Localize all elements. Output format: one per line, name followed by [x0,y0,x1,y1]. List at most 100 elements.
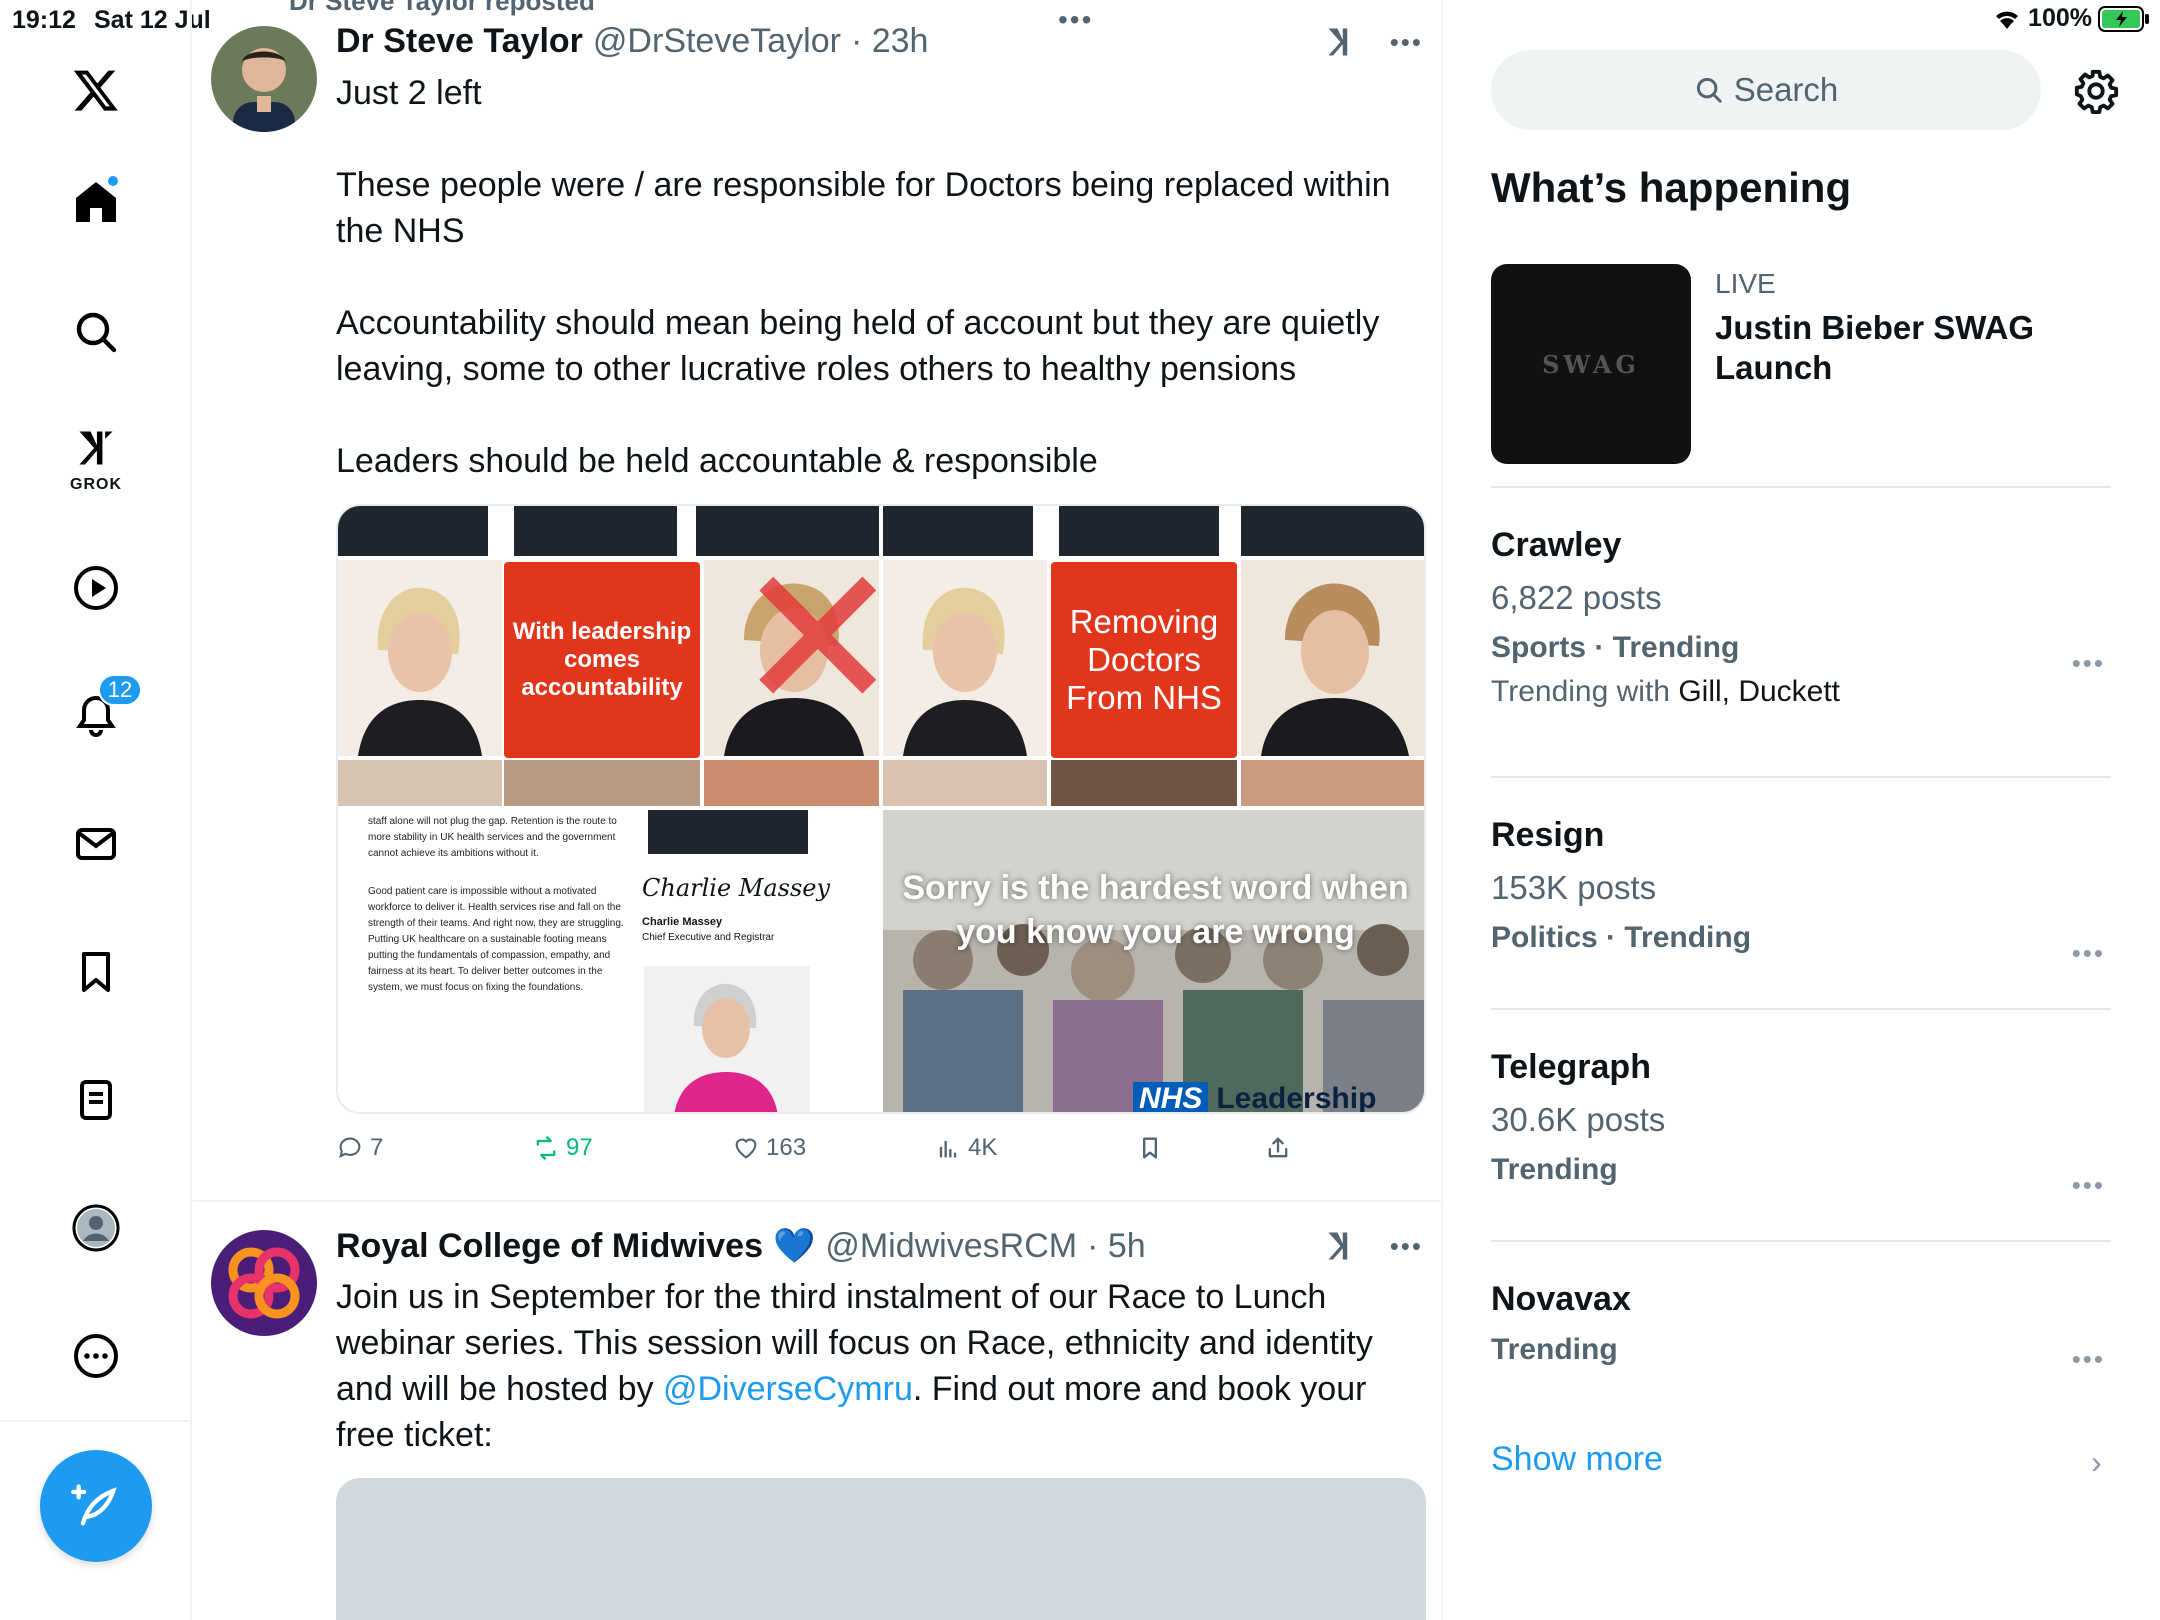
views-chart-icon [939,1141,957,1158]
messages-mail-icon[interactable] [60,808,132,880]
reply-button[interactable]: 7 [336,1134,383,1162]
letter-text-1: staff alone will not plug the gap. Reten… [368,816,617,859]
tweet-paragraph: Accountability should mean being held of… [336,304,1380,388]
photo-woman-2: ✕ [704,560,879,756]
author-avatar[interactable] [211,26,317,132]
tweet-paragraph: Just 2 left [336,74,482,112]
grok-label: GROK [70,476,122,493]
compose-feather-icon [71,1484,117,1526]
photo-suit-6 [1241,506,1424,556]
views-button[interactable]: 4K [934,1134,997,1162]
profile-avatar-icon[interactable] [60,1192,132,1264]
photo-suit-1 [338,506,488,556]
photo-suit-7 [648,810,808,854]
home-icon[interactable] [60,166,132,238]
media-overlay-text: Sorry is the hardest word when you know … [902,869,1409,951]
tweet-more-icon[interactable]: ••• [1390,1231,1423,1262]
verified-heart-icon: 💙 [772,1227,816,1265]
mention-link[interactable]: @DiverseCymru [663,1370,913,1408]
author-name[interactable]: Royal College of Midwives [336,1227,763,1266]
share-icon [1268,1137,1288,1158]
media-image-1[interactable]: With leadership comes accountability ✕ [338,506,879,806]
media-caption-box-2: Removing Doctors From NHS [1051,562,1237,758]
trend-item[interactable]: Crawley 6,822 posts Sports · Trending Tr… [1491,526,2111,709]
red-x-mark: ✕ [734,560,879,740]
tweet-time[interactable]: · 23h [851,22,929,61]
reply-icon [339,1137,361,1159]
tweet-time[interactable]: · 5h [1087,1227,1146,1266]
media-image-3[interactable]: staff alone will not plug the gap. Reten… [338,810,879,1112]
views-count: 4K [968,1134,998,1161]
grok-explain-icon[interactable] [1324,1228,1360,1264]
photo-suit-5 [1059,506,1219,556]
trend-item[interactable]: Telegraph 30.6K posts Trending ••• [1491,1048,2111,1200]
search-placeholder: Search [1733,71,1839,108]
chevron-right-icon[interactable]: › [2091,1444,2102,1481]
reply-count: 7 [370,1134,384,1161]
compose-post-button[interactable] [40,1450,152,1562]
trend-more-icon[interactable]: ••• [2072,938,2105,969]
photo-man-3 [883,760,1047,806]
repost-button[interactable]: 97 [532,1134,593,1162]
tweet-media-grid[interactable]: With leadership comes accountability ✕ R… [336,504,1426,1114]
lists-icon[interactable] [60,1064,132,1136]
tweet-text: Just 2 left These people were / are resp… [336,70,1406,530]
tweet[interactable]: Royal College of Midwives 💙 @MidwivesRCM… [193,1204,1441,1620]
photo-suit-4 [883,506,1033,556]
trend-category: Politics · Trending [1491,921,1752,954]
tweet-more-icon[interactable]: ••• [1390,27,1423,58]
notifications-bell-icon[interactable]: 12 [60,674,142,752]
waiting-room-photo [883,810,1424,1112]
author-name[interactable]: Dr Steve Taylor [336,22,583,61]
settings-gear-icon[interactable] [2073,68,2119,114]
show-more-link[interactable]: Show more [1491,1440,1663,1479]
like-button[interactable]: 163 [732,1134,806,1162]
x-logo-icon[interactable] [60,54,132,126]
trend-post-count: 6,822 posts [1491,579,1662,616]
grok-icon[interactable]: GROK [60,420,132,493]
photo-woman-6 [1051,760,1237,806]
photo-woman-3 [504,760,700,806]
author-handle[interactable]: @DrSteveTaylor [593,22,841,61]
more-options-icon[interactable] [60,1320,132,1392]
search-input[interactable]: Search [1491,50,2041,130]
heart-icon [735,1138,757,1159]
trend-name: Resign [1491,816,1605,854]
grok-explain-icon[interactable] [1324,24,1360,60]
live-event-card[interactable]: SWAG LIVE Justin Bieber SWAG Launch [1491,264,2111,486]
live-event-title: Justin Bieber SWAG Launch [1715,309,2035,386]
signature: Charlie Massey [642,874,831,902]
trend-name: Telegraph [1491,1048,1651,1086]
media-image-4[interactable]: Sorry is the hardest word when you know … [883,810,1424,1112]
trend-category: Trending [1491,1333,1618,1366]
trend-more-icon[interactable]: ••• [2072,648,2105,679]
link-preview-card[interactable] [336,1478,1426,1620]
trend-more-icon[interactable]: ••• [2072,1170,2105,1201]
trend-more-icon[interactable]: ••• [2072,1344,2105,1375]
home-unread-dot [106,174,120,188]
share-button[interactable] [1264,1134,1292,1162]
search-icon[interactable] [60,296,132,368]
media-image-2[interactable]: Removing Doctors From NHS [883,506,1424,806]
left-nav: GROK 12 [0,0,192,1620]
whats-happening-title: What’s happening [1491,164,1852,211]
divider [1491,486,2111,488]
trend-item[interactable]: Resign 153K posts Politics · Trending ••… [1491,816,2111,968]
bookmark-icon [1143,1137,1157,1159]
author-handle[interactable]: @MidwivesRCM [825,1227,1077,1266]
divider [1491,776,2111,778]
nav-divider [0,1420,192,1422]
video-play-icon[interactable] [60,552,132,624]
bookmarks-icon[interactable] [60,936,132,1008]
trend-name: Novavax [1491,1280,1631,1318]
tweet-paragraph: Leaders should be held accountable & res… [336,442,1098,480]
photo-suit-2 [514,506,677,556]
bookmark-button[interactable] [1136,1134,1164,1162]
trend-item[interactable]: Novavax Trending ••• [1491,1280,2111,1374]
photo-man-2 [704,760,879,806]
tweet[interactable]: Dr Steve Taylor @DrSteveTaylor · 23h •••… [193,0,1441,1202]
trend-name: Crawley [1491,526,1622,564]
trend-with-names: Gill, Duckett [1678,675,1841,708]
like-count: 163 [766,1134,807,1161]
author-avatar[interactable] [211,1230,317,1336]
